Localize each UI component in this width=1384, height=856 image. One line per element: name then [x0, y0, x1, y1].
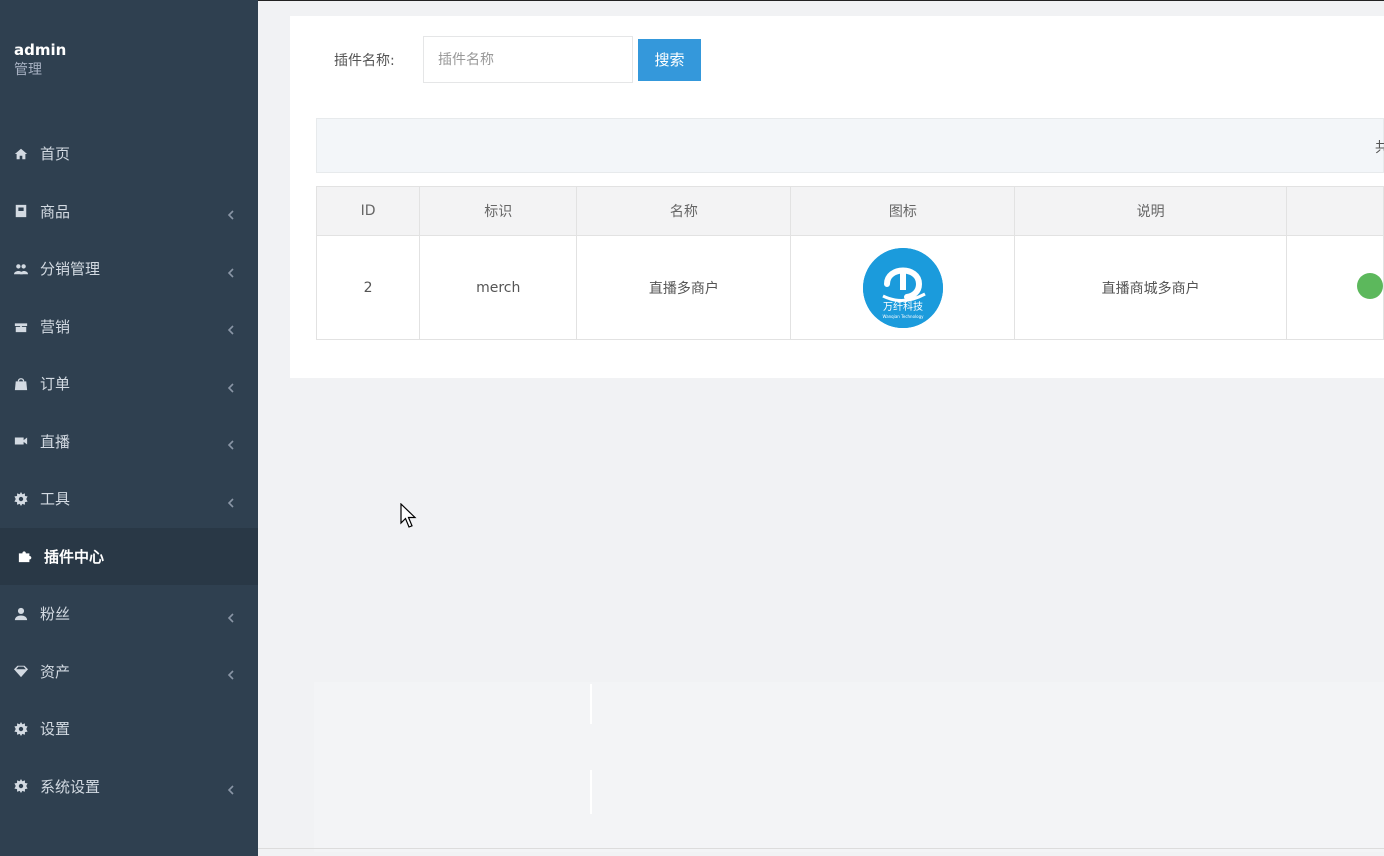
gear-icon: [14, 779, 28, 794]
column-header-id: ID: [315, 186, 421, 236]
sidebar-item-label: 工具: [40, 490, 71, 509]
sidebar-item-settings[interactable]: 设置: [0, 700, 258, 758]
main-content: 插件名称: 搜索 共 ID 标识 名称 图标 说明 2 me: [258, 0, 1384, 856]
diamond-icon: [14, 664, 28, 678]
table-info-bar: 共: [316, 118, 1384, 173]
sidebar-item-fans[interactable]: 粉丝: [0, 585, 258, 643]
gift-icon: [14, 319, 28, 333]
chevron-left-icon: [226, 264, 236, 278]
user-name: admin: [14, 41, 67, 59]
sidebar-item-label: 直播: [40, 432, 71, 451]
user-profile[interactable]: admin 管理: [14, 40, 66, 80]
logo-text: 万纤科技: [883, 300, 923, 313]
sidebar-item-label: 订单: [40, 375, 71, 394]
wanqian-logo-icon: 万纤科技 Wanqian Technology: [862, 247, 943, 328]
cell-icon: 万纤科技 Wanqian Technology: [790, 235, 1016, 340]
user-role: 管理: [14, 62, 42, 78]
sidebar-item-orders[interactable]: 订单: [0, 355, 258, 413]
plugin-panel: 插件名称: 搜索 共 ID 标识 名称 图标 说明 2 me: [290, 16, 1384, 378]
total-count-text: 共: [1375, 140, 1384, 156]
logo-subtext: Wanqian Technology: [882, 314, 924, 319]
cell-description: 直播商城多商户: [1014, 235, 1287, 340]
sidebar-menu: 首页 商品 分销管理 营销 订单 直播 工具 插件中心 粉丝 资产 设置 系统设…: [0, 125, 258, 815]
cell-name: 直播多商户: [576, 235, 792, 340]
chevron-left-icon: [226, 379, 236, 393]
sidebar-item-label: 粉丝: [40, 605, 71, 624]
column-header-status: [1285, 186, 1384, 236]
gear-icon: [14, 491, 28, 506]
column-header-name: 名称: [576, 186, 792, 236]
status-badge[interactable]: [1356, 272, 1383, 299]
sidebar-item-live[interactable]: 直播: [0, 413, 258, 471]
sidebar-item-system-settings[interactable]: 系统设置: [0, 758, 258, 816]
puzzle-icon: [18, 549, 32, 563]
faded-overlay-panel: [314, 682, 1384, 852]
sidebar-item-label: 插件中心: [44, 547, 105, 566]
table-row: 2 merch 直播多商户 万纤科技 Wanqian Technology 直播…: [315, 235, 1384, 340]
faded-divider: [590, 684, 592, 724]
search-label: 插件名称:: [334, 52, 395, 69]
chevron-left-icon: [226, 781, 236, 795]
cell-identifier: merch: [419, 235, 578, 340]
table-header-row: ID 标识 名称 图标 说明: [315, 186, 1384, 236]
cell-status: [1285, 235, 1384, 340]
chevron-left-icon: [226, 436, 236, 450]
search-form: 插件名称: 搜索: [334, 36, 701, 83]
top-divider: [258, 0, 1384, 1]
chevron-left-icon: [226, 609, 236, 623]
gear-icon: [14, 721, 28, 736]
sidebar-item-label: 商品: [40, 202, 71, 221]
plugin-table: ID 标识 名称 图标 说明 2 merch 直播多商户 万纤科技 Wanqia…: [315, 186, 1384, 340]
sidebar-item-label: 设置: [40, 720, 71, 739]
sidebar-item-assets[interactable]: 资产: [0, 643, 258, 701]
bottom-divider: [258, 848, 1384, 849]
sidebar-item-label: 分销管理: [40, 260, 101, 279]
mouse-cursor-icon: [400, 503, 417, 528]
sidebar-item-plugin-center[interactable]: 插件中心: [0, 527, 258, 585]
sidebar-item-tools[interactable]: 工具: [0, 470, 258, 528]
chevron-left-icon: [226, 666, 236, 680]
faded-divider: [590, 770, 592, 814]
search-button[interactable]: 搜索: [638, 38, 701, 81]
sidebar-item-marketing[interactable]: 营销: [0, 298, 258, 356]
product-icon: [14, 204, 28, 218]
user-icon: [14, 607, 28, 621]
sidebar-item-distribution[interactable]: 分销管理: [0, 240, 258, 298]
sidebar-item-label: 系统设置: [40, 777, 101, 796]
home-icon: [14, 147, 28, 161]
chevron-left-icon: [226, 206, 236, 220]
sidebar-item-label: 首页: [40, 145, 71, 164]
sidebar-item-label: 营销: [40, 317, 71, 336]
chevron-left-icon: [226, 494, 236, 508]
video-camera-icon: [14, 434, 28, 448]
sidebar: admin 管理 首页 商品 分销管理 营销 订单 直播 工具 插件中心 粉丝 …: [0, 0, 258, 856]
chevron-left-icon: [226, 321, 236, 335]
cell-id: 2: [315, 235, 421, 340]
sidebar-item-label: 资产: [40, 662, 71, 681]
sidebar-item-products[interactable]: 商品: [0, 183, 258, 241]
plugin-logo: 万纤科技 Wanqian Technology: [862, 247, 943, 328]
column-header-identifier: 标识: [419, 186, 578, 236]
column-header-icon: 图标: [790, 186, 1016, 236]
sidebar-item-home[interactable]: 首页: [0, 125, 258, 183]
plugin-name-input[interactable]: [423, 36, 633, 83]
shopping-bag-icon: [14, 377, 28, 391]
users-icon: [14, 262, 28, 276]
column-header-description: 说明: [1014, 186, 1287, 236]
